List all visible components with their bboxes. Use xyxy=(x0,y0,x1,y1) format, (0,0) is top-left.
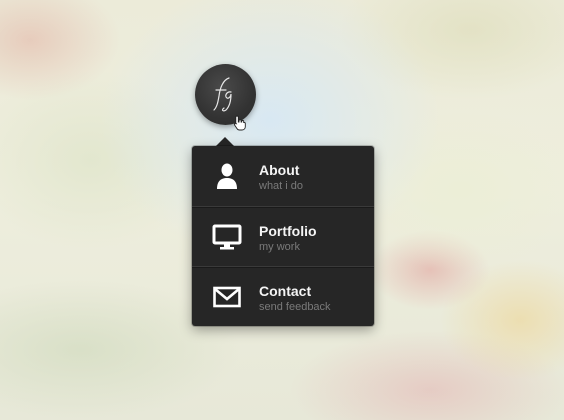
menu-item-sublabel: what i do xyxy=(259,180,304,192)
menu-item-label: Contact xyxy=(259,283,312,299)
menu-item-label: Portfolio xyxy=(259,223,317,239)
menu-item-sublabel: my work xyxy=(259,241,300,253)
menu-item-sublabel: send feedback xyxy=(259,301,331,313)
monitor-icon xyxy=(212,224,242,250)
blurred-background: About what i do Portfolio my work Contac… xyxy=(0,0,564,420)
menu-item-portfolio[interactable]: Portfolio my work xyxy=(192,206,374,266)
monogram-logo-icon xyxy=(213,77,232,112)
envelope-icon xyxy=(213,286,241,308)
menu-item-about[interactable]: About what i do xyxy=(192,146,374,205)
dropdown-menu: About what i do Portfolio my work Contac… xyxy=(192,146,374,326)
menu-item-label: About xyxy=(259,162,300,178)
menu-item-contact[interactable]: Contact send feedback xyxy=(192,266,374,326)
hand-pointer-icon xyxy=(233,115,246,131)
person-icon xyxy=(217,163,237,189)
